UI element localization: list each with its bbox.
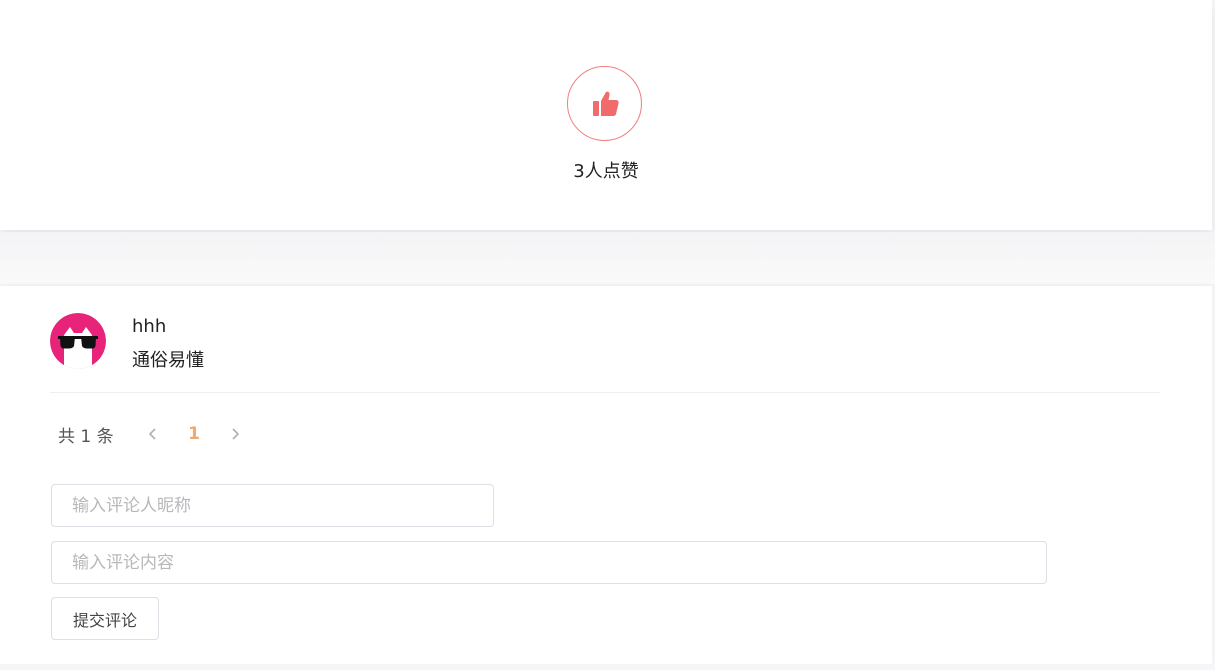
page-number[interactable]: 1 [164,424,224,444]
chevron-left-icon [148,428,156,440]
section-gap [0,232,1215,284]
like-count: 3人点赞 [573,161,639,182]
pagination-total: 共 1 条 [58,426,114,447]
pagination: 共 1 条 1 [58,422,246,447]
comment-content-input[interactable] [51,541,1047,584]
next-page-button[interactable] [224,422,246,446]
cat-sunglasses-avatar-icon [50,313,106,369]
comment-author: hhh [132,316,167,337]
like-button[interactable] [567,66,642,141]
nickname-input[interactable] [51,484,494,527]
chevron-right-icon [232,428,240,440]
avatar [50,313,106,369]
comment-text: 通俗易懂 [132,350,204,371]
submit-comment-button[interactable]: 提交评论 [51,597,159,640]
divider [50,392,1160,393]
prev-page-button[interactable] [142,422,164,446]
like-section: 3人点赞 [0,0,1212,230]
thumbs-up-icon [592,91,619,116]
comments-section: hhh 通俗易懂 共 1 条 1 提交评论 [0,286,1212,664]
